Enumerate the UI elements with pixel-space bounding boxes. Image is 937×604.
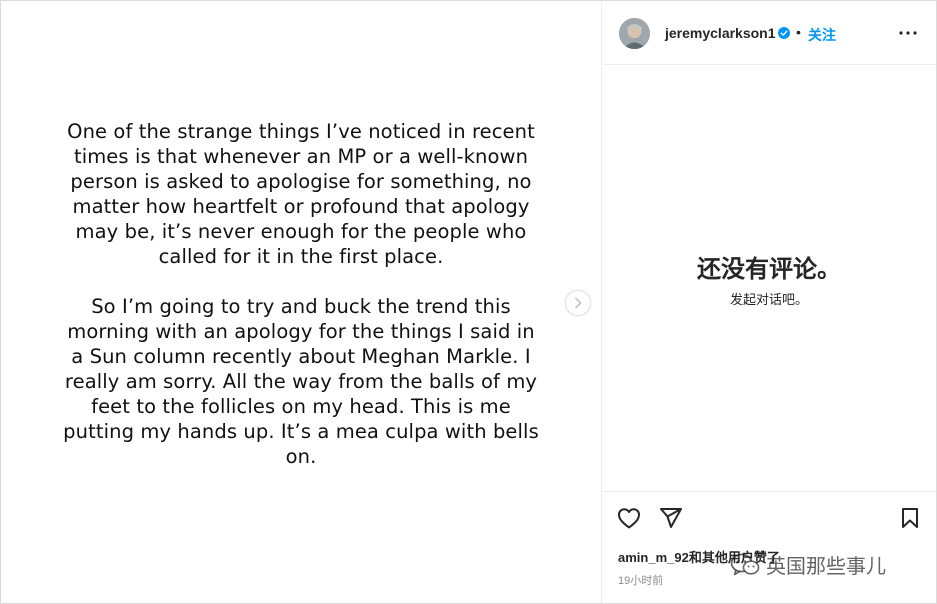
header-separator: • — [796, 24, 801, 40]
post-paragraph-2: So I’m going to try and buck the trend t… — [63, 295, 539, 468]
avatar[interactable] — [619, 18, 650, 49]
wechat-icon — [730, 553, 760, 575]
post-dialog: One of the strange things I’ve noticed i… — [0, 0, 937, 604]
paper-plane-icon — [660, 508, 682, 528]
username-link[interactable]: jeremyclarkson1 — [665, 25, 776, 41]
next-slide-button[interactable] — [565, 290, 591, 316]
more-options-icon — [899, 31, 917, 35]
post-timestamp[interactable]: 19小时前 — [618, 572, 663, 588]
no-comments-title: 还没有评论。 — [697, 256, 841, 283]
heart-icon — [618, 508, 640, 529]
share-button[interactable] — [658, 505, 684, 531]
bookmark-icon — [902, 508, 918, 528]
post-header: jeremyclarkson1 • 关注 — [602, 1, 936, 65]
post-image-text: One of the strange things I’ve noticed i… — [61, 119, 541, 469]
actions-divider — [602, 491, 936, 492]
post-media: One of the strange things I’ve noticed i… — [1, 1, 602, 603]
like-button[interactable] — [616, 505, 642, 531]
verified-badge-icon — [778, 27, 790, 39]
avatar-image — [619, 18, 650, 49]
watermark: 英国那些事儿 — [730, 550, 886, 579]
watermark-text: 英国那些事儿 — [766, 556, 886, 578]
more-options-button[interactable] — [896, 23, 920, 43]
chevron-right-icon — [575, 297, 582, 309]
post-sidebar: jeremyclarkson1 • 关注 还没有评论。 发起对话吧。 amin_… — [602, 1, 936, 603]
follow-button[interactable]: 关注 — [808, 25, 836, 45]
save-button[interactable] — [897, 505, 923, 531]
post-paragraph-1: One of the strange things I’ve noticed i… — [67, 120, 535, 268]
no-comments-subtitle: 发起对话吧。 — [729, 292, 808, 307]
